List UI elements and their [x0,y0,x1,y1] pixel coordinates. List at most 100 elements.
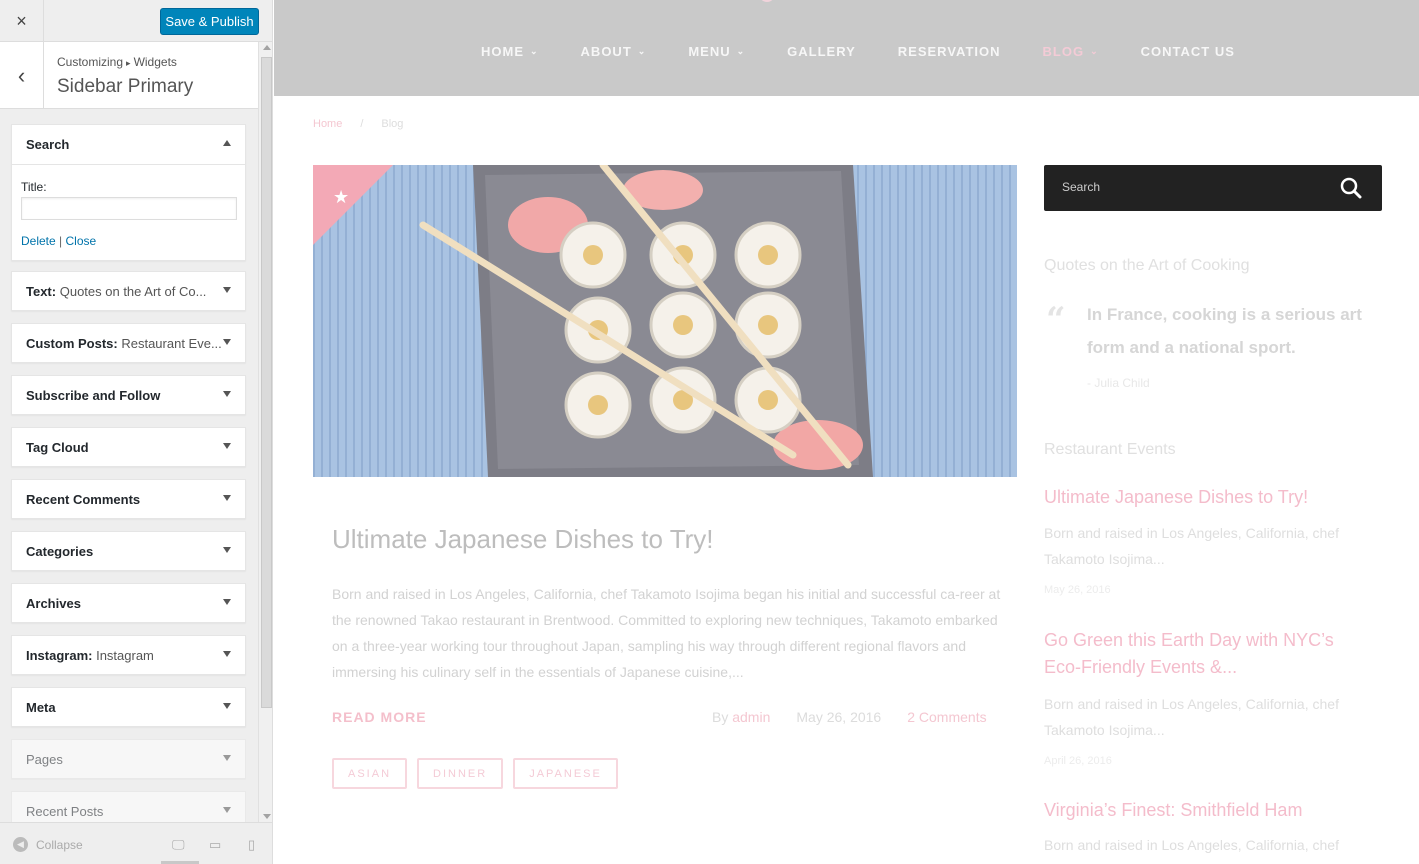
nav-label: HOME [481,44,524,59]
widget-search-form: Title: [21,180,47,194]
nav-home[interactable]: HOME ⌄ [481,44,539,59]
tablet-preview-icon[interactable]: ▭ [209,837,221,853]
event-date: April 26, 2016 [1044,755,1112,767]
back-arrow-icon[interactable]: ‹ [0,42,44,109]
event-excerpt: Born and raised in Los Angeles, Californ… [1044,696,1339,738]
search-input[interactable]: Search [1062,180,1100,194]
quote-author: - Julia Child [1087,376,1150,390]
widget-pages[interactable]: Pages [11,739,246,779]
svg-text:★: ★ [333,187,349,208]
quote-mark-icon: “ [1046,300,1066,340]
search-icon[interactable] [1340,177,1362,204]
quotes-widget-heading: Quotes on the Art of Cooking [1044,257,1250,274]
panel-scrollbar[interactable] [258,42,272,822]
widget-archives[interactable]: Archives [11,583,246,623]
site-header: HOME ⌄ ABOUT ⌄ MENU ⌄ GALLERY RESERVATION B… [274,0,1419,96]
sidebar-search-box[interactable]: Search [1044,165,1382,211]
scroll-down-icon[interactable] [263,814,271,819]
widget-custom-posts[interactable]: Custom Posts: Restaurant Eve... [11,323,246,363]
post-title-link[interactable]: Ultimate Japanese Dishes to Try! [332,524,714,555]
event-title-link[interactable]: Go Green this Earth Day with NYC’s Eco-F… [1044,627,1364,681]
widget-categories[interactable]: Categories [11,531,246,571]
nav-blog[interactable]: BLOG ⌄ [1043,44,1099,59]
collapse-button[interactable]: ◀ Collapse [13,837,83,852]
nav-menu[interactable]: MENU ⌄ [688,44,745,59]
expand-arrow-icon[interactable] [223,339,231,345]
widget-title: Meta [26,700,56,715]
widget-title: Recent Comments [26,492,141,507]
widget-subtitle: Quotes on the Art of Co... [56,284,207,299]
main-navigation: HOME ⌄ ABOUT ⌄ MENU ⌄ GALLERY RESERVATION B… [481,44,1235,59]
tag-asian[interactable]: ASIAN [332,758,408,789]
customizer-header: × Save & Publish [0,0,272,42]
widget-text-quotes[interactable]: Text: Quotes on the Art of Co... [11,271,246,311]
quote-text: In France, cooking is a serious art form… [1087,305,1362,357]
scrollbar-thumb[interactable] [261,57,272,708]
chevron-down-icon: ⌄ [736,46,746,56]
customizer-panel: ‹ Customizing ▸ Widgets Sidebar Primary Se… [0,42,272,822]
site-preview: HOME ⌄ ABOUT ⌄ MENU ⌄ GALLERY RESERVATION B… [274,0,1419,864]
post-featured-image[interactable]: ★ [313,165,1017,477]
widget-recent-comments[interactable]: Recent Comments [11,479,246,519]
breadcrumb-separator: / [360,118,364,130]
chevron-down-icon: ⌄ [1090,46,1099,56]
expand-arrow-icon[interactable] [223,703,231,709]
widget-title: Search [26,137,70,152]
post-excerpt: Born and raised in Los Angeles, Californ… [332,586,1001,680]
tag-japanese[interactable]: JAPANESE [513,758,618,789]
widget-title: Tag Cloud [26,440,89,455]
collapse-label: Collapse [36,837,83,852]
nav-contact[interactable]: CONTACT US [1141,44,1235,59]
expand-arrow-icon[interactable] [223,651,231,657]
widget-recent-posts[interactable]: Recent Posts [11,791,246,822]
comments-link[interactable]: 2 Comments [907,709,986,725]
widget-title-input[interactable] [21,197,237,220]
read-more-link[interactable]: READ MORE [332,709,427,725]
expand-arrow-icon[interactable] [223,599,231,605]
expand-arrow-icon[interactable] [223,755,231,761]
event-title-link[interactable]: Virginia’s Finest: Smithfield Ham [1044,797,1364,824]
nav-label: CONTACT US [1140,44,1235,59]
customizer-footer: ◀ Collapse 🖵 ▭ ▯ [0,822,272,864]
breadcrumb-separator-icon: ▸ [126,58,131,68]
nav-label: ABOUT [580,44,632,59]
close-icon[interactable]: × [0,0,44,42]
close-widget-link[interactable]: Close [66,234,97,248]
nav-label: MENU [688,44,731,59]
expand-arrow-icon[interactable] [223,391,231,397]
expand-arrow-icon[interactable] [223,443,231,449]
site-logo[interactable] [757,0,957,19]
author-prefix: By [712,709,729,725]
widget-tag-cloud[interactable]: Tag Cloud [11,427,246,467]
scroll-up-icon[interactable] [263,45,271,50]
post-author: By admin [712,709,770,725]
save-publish-button[interactable]: Save & Publish [160,8,259,35]
widget-title: Recent Posts [26,804,104,819]
event-title-link[interactable]: Ultimate Japanese Dishes to Try! [1044,484,1364,511]
tag-dinner[interactable]: DINNER [417,758,504,789]
nav-reservation[interactable]: RESERVATION [898,44,1001,59]
event-date: May 26, 2016 [1044,584,1111,596]
author-link[interactable]: admin [732,709,770,725]
collapse-arrow-icon[interactable] [223,140,231,146]
widget-instagram[interactable]: Instagram: Instagram [11,635,246,675]
widget-title: Archives [26,596,81,611]
event-excerpt: Born and raised in Los Angeles, Californ… [1044,837,1339,853]
widget-meta[interactable]: Meta [11,687,246,727]
mobile-preview-icon[interactable]: ▯ [248,837,255,853]
delete-widget-link[interactable]: Delete [21,234,56,248]
widget-subscribe-follow[interactable]: Subscribe and Follow [11,375,246,415]
widget-search-header[interactable]: Search [12,125,245,165]
expand-arrow-icon[interactable] [223,495,231,501]
desktop-preview-icon[interactable]: 🖵 [172,837,185,853]
widget-title: Categories [26,544,94,559]
nav-gallery[interactable]: GALLERY [787,44,856,59]
expand-arrow-icon[interactable] [223,807,231,813]
breadcrumb-home-link[interactable]: Home [313,118,342,130]
page-breadcrumb: Home / Blog [313,118,403,130]
title-field-label: Title: [21,180,47,194]
expand-arrow-icon[interactable] [223,287,231,293]
nav-about[interactable]: ABOUT ⌄ [581,44,647,59]
widget-title: Custom Posts: Restaurant Eve... [26,336,222,351]
expand-arrow-icon[interactable] [223,547,231,553]
